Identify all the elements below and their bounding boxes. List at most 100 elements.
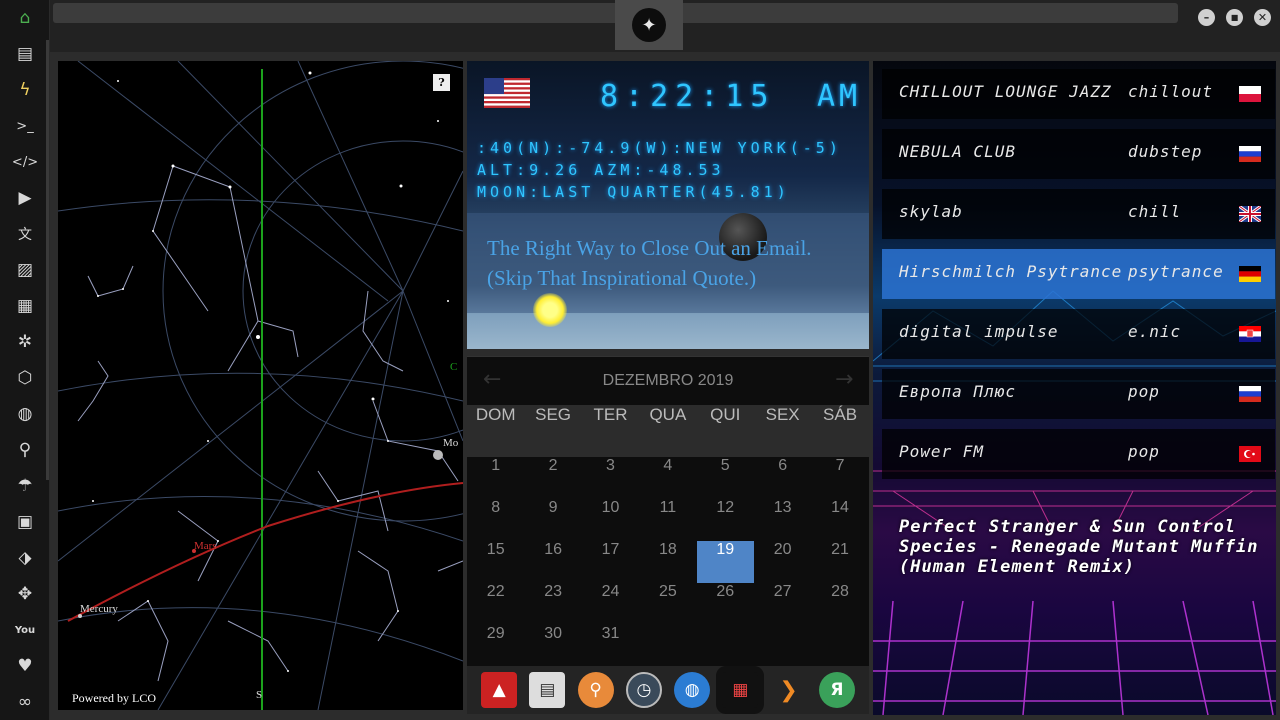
- calendar-day[interactable]: 22: [467, 583, 524, 625]
- calendar-day[interactable]: 30: [524, 625, 581, 667]
- weekday-label: TER: [593, 405, 628, 424]
- calendar-day[interactable]: 18: [639, 541, 696, 583]
- calendar-day[interactable]: 21: [811, 541, 868, 583]
- station-name: skylab: [899, 202, 963, 221]
- close-button[interactable]: ✕: [1254, 9, 1271, 26]
- calendar-day[interactable]: [754, 625, 811, 667]
- mars-label: Mars: [194, 540, 217, 552]
- calendar-day[interactable]: 2: [524, 457, 581, 499]
- calendar-day[interactable]: 16: [524, 541, 581, 583]
- calendar-day[interactable]: 17: [582, 541, 639, 583]
- now-playing-text: Perfect Stranger & Sun Control Species -…: [899, 517, 1259, 577]
- sidebar: ⌂ ▤ ϟ >_ </> ▶ 文 ▨ ▦ ✲ ⬡ ◍ ⚲ ☂ ▣ ⬗ ✥ You…: [0, 0, 50, 720]
- calendar-day[interactable]: [639, 625, 696, 667]
- minimize-button[interactable]: –: [1198, 9, 1215, 26]
- calendar-day[interactable]: [811, 625, 868, 667]
- calendar-day[interactable]: 28: [811, 583, 868, 625]
- image-icon[interactable]: ▨: [13, 258, 37, 282]
- calendar-day[interactable]: 8: [467, 499, 524, 541]
- weekday-label: QUI: [710, 405, 741, 424]
- asterisk-icon[interactable]: ✲: [13, 330, 37, 354]
- code-icon[interactable]: </>: [12, 150, 38, 174]
- constellations: [77, 165, 463, 682]
- calendar-day[interactable]: 24: [582, 583, 639, 625]
- moon-phase-readout: MOON:LAST QUARTER(45.81): [477, 183, 790, 201]
- calendar-day[interactable]: 3: [582, 457, 639, 499]
- calendar-widget: DEZEMBRO 2019 ← → DOM SEG TER QUA QUI SE…: [467, 356, 869, 666]
- calendar-day[interactable]: 10: [582, 499, 639, 541]
- calendar-day[interactable]: 1: [467, 457, 524, 499]
- calendar-day[interactable]: 20: [754, 541, 811, 583]
- news-app-icon[interactable]: ▤: [529, 672, 566, 708]
- calendar-day[interactable]: 4: [639, 457, 696, 499]
- globe-icon[interactable]: ◍: [13, 402, 37, 426]
- news-icon[interactable]: ▦: [13, 294, 37, 318]
- search-icon[interactable]: ⚲: [13, 438, 37, 462]
- calendar-day[interactable]: 6: [754, 457, 811, 499]
- station-item-active[interactable]: Hirschmilch Psytrance psytrance: [882, 249, 1275, 299]
- rebel-alliance-icon: ✦: [632, 8, 666, 42]
- calendar-app-icon[interactable]: ▦: [722, 672, 759, 708]
- calendar-day[interactable]: 23: [524, 583, 581, 625]
- station-item[interactable]: digital impulse e.nic: [882, 309, 1275, 359]
- prev-month-button[interactable]: ←: [483, 367, 501, 392]
- terminal-icon[interactable]: >_: [13, 114, 37, 138]
- contact-icon[interactable]: ▣: [13, 510, 37, 534]
- home-icon[interactable]: ⌂: [13, 6, 37, 30]
- play-app-icon[interactable]: ❯: [771, 672, 807, 708]
- station-item[interactable]: Европа Плюс pop: [882, 369, 1275, 419]
- clock-ampm: AM: [817, 79, 862, 114]
- quote-link[interactable]: The Right Way to Close Out an Email. (Sk…: [487, 233, 857, 293]
- fullscreen-icon[interactable]: ✥: [13, 582, 37, 606]
- calendar-day[interactable]: 13: [754, 499, 811, 541]
- calendar-day[interactable]: 15: [467, 541, 524, 583]
- calendar-day[interactable]: 12: [697, 499, 754, 541]
- uk-flag-icon: [1239, 206, 1261, 222]
- calendar-week: 15 16 17 18 19 20 21: [467, 541, 869, 583]
- calendar-day-today[interactable]: 19: [696, 541, 754, 583]
- yandex-icon[interactable]: Я: [818, 672, 855, 708]
- station-item[interactable]: CHILLOUT LOUNGE JAZZ chillout: [882, 69, 1275, 119]
- calendar-month: DEZEMBRO 2019: [602, 372, 734, 389]
- powered-by-label[interactable]: Powered by LCO: [72, 691, 156, 706]
- station-item[interactable]: NEBULA CLUB dubstep: [882, 129, 1275, 179]
- station-genre: chillout: [1128, 82, 1214, 101]
- clock-app-icon[interactable]: ◷: [625, 672, 662, 708]
- calendar-day[interactable]: 26: [697, 583, 754, 625]
- calendar-day[interactable]: 29: [467, 625, 524, 667]
- lightning-icon[interactable]: ϟ: [13, 78, 37, 102]
- play-icon[interactable]: ▶: [13, 186, 37, 210]
- sidebar-scrollbar[interactable]: [46, 40, 49, 480]
- calendar-day[interactable]: 7: [811, 457, 868, 499]
- translate-icon[interactable]: 文: [13, 222, 37, 246]
- document-icon[interactable]: ▤: [13, 42, 37, 66]
- sky-map[interactable]: ? Mars Mercury Mo C S Powered by LCO: [58, 61, 463, 710]
- maximize-button[interactable]: ■: [1226, 9, 1243, 26]
- infinity-icon[interactable]: ∞: [13, 690, 37, 714]
- calendar-day[interactable]: 9: [524, 499, 581, 541]
- calendar-day[interactable]: 14: [811, 499, 868, 541]
- next-month-button[interactable]: →: [835, 367, 853, 392]
- station-item[interactable]: skylab chill: [882, 189, 1275, 239]
- youtube-icon[interactable]: You: [13, 618, 37, 642]
- help-button[interactable]: ?: [433, 74, 450, 91]
- radio-panel: CHILLOUT LOUNGE JAZZ chillout NEBULA CLU…: [873, 61, 1276, 715]
- hexagon-icon[interactable]: ⬡: [13, 366, 37, 390]
- calendar-weekdays: DOM SEG TER QUA QUI SEX SÁB: [467, 405, 869, 457]
- calendar-day[interactable]: 5: [697, 457, 754, 499]
- umbrella-icon[interactable]: ☂: [13, 474, 37, 498]
- calendar-day[interactable]: 31: [582, 625, 639, 667]
- calendar-day[interactable]: [697, 625, 754, 667]
- heart-icon[interactable]: ♥: [13, 654, 37, 678]
- station-item[interactable]: Power FM pop: [882, 429, 1275, 479]
- station-genre: e.nic: [1128, 322, 1182, 341]
- adobe-icon[interactable]: ▲: [481, 672, 518, 708]
- link-icon[interactable]: ⬗: [13, 546, 37, 570]
- search-app-icon[interactable]: ⚲: [577, 672, 614, 708]
- calendar-day[interactable]: 11: [639, 499, 696, 541]
- poland-flag-icon: [1239, 86, 1261, 102]
- calendar-day[interactable]: 27: [754, 583, 811, 625]
- logo-tab[interactable]: ✦: [615, 0, 683, 50]
- globe-app-icon[interactable]: ◍: [674, 672, 711, 708]
- calendar-day[interactable]: 25: [639, 583, 696, 625]
